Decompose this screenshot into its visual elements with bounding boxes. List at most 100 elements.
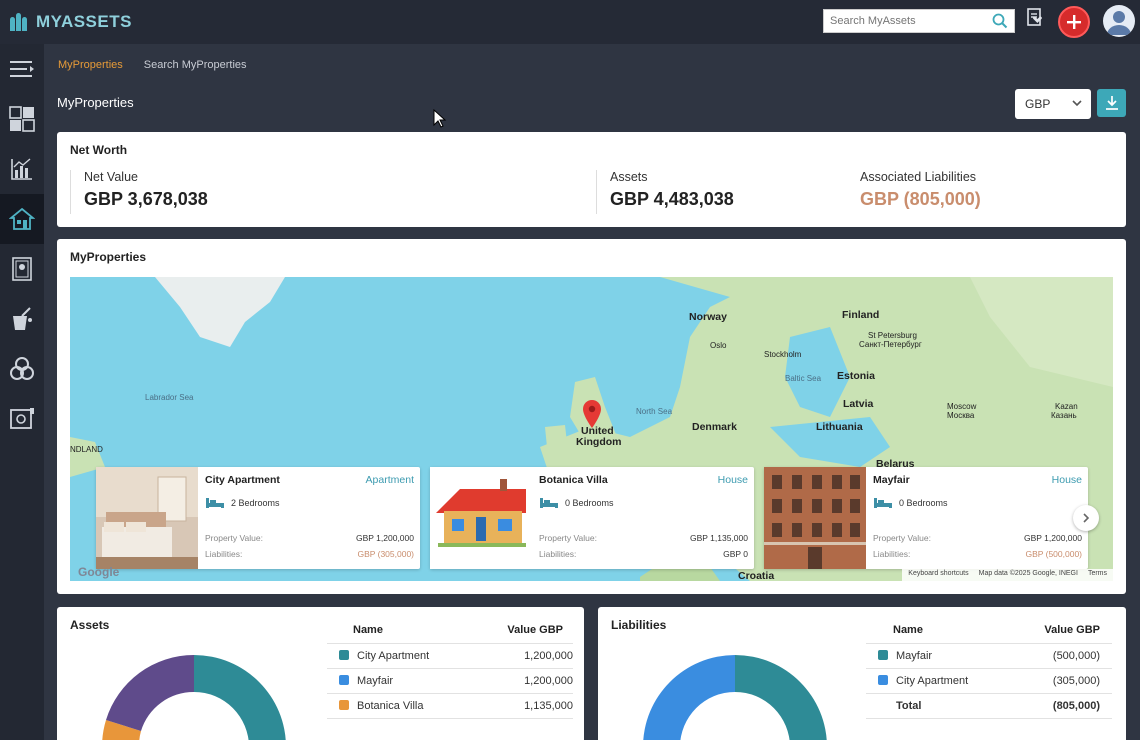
map-label-st-petersburg-ru: Санкт-Петербург [859,340,922,349]
map-label-stockholm: Stockholm [764,350,802,359]
sidebar-item-vehicles[interactable] [0,394,44,444]
assets-row[interactable]: Botanica Villa 1,135,000 [327,693,573,719]
paint-bucket-icon [13,307,32,330]
property-liabilities-label: Liabilities: [873,549,911,559]
bed-icon [874,498,892,508]
keyboard-shortcuts-link[interactable]: Keyboard shortcuts [908,570,968,580]
terms-link[interactable]: Terms [1088,570,1107,580]
assets-col-name: Name [327,617,477,644]
menu-toggle-button[interactable] [0,44,44,94]
circles-icon [10,357,34,380]
assets-table: Name Value GBP City Apartment 1,200,000 Ma… [327,617,573,719]
bedroom-image [96,467,198,569]
map-label-kazan-ru: Казань [1051,411,1077,420]
assets-row[interactable]: City Apartment 1,200,000 [327,643,573,669]
chevron-right-icon [1083,513,1090,523]
breadcrumb-search-myproperties[interactable]: Search MyProperties [144,59,247,71]
property-photo [764,467,866,569]
search-box[interactable] [823,9,1015,33]
sidebar-item-properties[interactable] [0,194,44,244]
map-label-moscow: Moscow [947,402,977,411]
net-worth-title: Net Worth [70,143,128,157]
sidebar-item-valuables[interactable] [0,294,44,344]
user-icon [1107,11,1131,35]
assets-value: GBP 4,483,038 [610,189,734,209]
chevron-down-icon [1072,100,1082,107]
currency-select[interactable]: GBP [1015,89,1091,119]
liabilities-block: Associated Liabilities GBP (805,000) [860,170,981,214]
bedroom-count: 0 Bedrooms [899,498,948,508]
mouse-cursor-icon [433,109,447,128]
dashboard-icon [9,106,35,132]
plus-icon [1067,15,1081,29]
properties-title: MyProperties [70,250,147,264]
sidebar-item-investments[interactable] [0,344,44,394]
donut-slice-city-apartment [643,655,735,740]
asset-value: 1,200,000 [476,643,573,669]
map-label-latvia: Latvia [843,398,874,410]
property-value-label: Property Value: [205,533,263,543]
map-label-st-petersburg: St Petersburg [868,331,917,340]
property-liabilities: GBP 0 [723,549,748,559]
property-liabilities: GBP (305,000) [357,549,414,559]
sidebar-item-documents[interactable] [0,244,44,294]
download-button[interactable] [1097,89,1126,117]
liabilities-col-name: Name [866,617,1014,644]
property-card-city-apartment[interactable]: City Apartment Apartment 2 Bedrooms Prop… [96,467,420,569]
property-card-mayfair[interactable]: Mayfair House 0 Bedrooms Property Value:… [764,467,1088,569]
property-liabilities-row: Liabilities: GBP (500,000) [873,549,1082,559]
donut-slice-mayfair [735,655,827,740]
search-input[interactable] [824,11,989,31]
liabilities-row[interactable]: Mayfair (500,000) [866,643,1112,669]
sidebar [0,44,44,740]
assets-label: Assets [610,170,648,184]
map-next-button[interactable] [1073,505,1099,531]
property-bedrooms: 0 Bedrooms [873,497,948,509]
assets-block: Assets GBP 4,483,038 [596,170,734,214]
map-label-baltic-sea: Baltic Sea [785,374,822,383]
map-label-newfoundland: NDLAND [70,445,103,454]
property-value-row: Property Value: GBP 1,135,000 [539,533,748,543]
menu-icon [10,61,34,77]
property-type: Apartment [365,474,414,486]
wishlist-document-icon[interactable] [1026,7,1046,31]
map-label-kazan: Kazan [1055,402,1078,411]
breadcrumb-myproperties[interactable]: MyProperties [58,59,123,71]
analytics-icon [11,158,32,180]
property-card-botanica-villa[interactable]: Botanica Villa House 0 Bedrooms Property… [430,467,754,569]
net-value-label: Net Value [84,170,138,184]
main-content: MyProperties Search MyProperties MyPrope… [44,44,1140,740]
app-logo[interactable]: MYASSETS [10,12,132,32]
download-icon [1105,96,1118,110]
assets-title: Assets [70,618,110,632]
net-worth-card: Net Worth Net Value GBP 3,678,038 Assets… [57,132,1126,227]
property-value: GBP 1,135,000 [690,533,748,543]
donut-slice-city-apartment [194,655,286,740]
search-icon[interactable] [991,12,1009,30]
sidebar-item-analytics[interactable] [0,144,44,194]
map-attribution: Keyboard shortcuts Map data ©2025 Google… [902,569,1113,581]
add-button[interactable] [1058,6,1090,38]
property-bedrooms: 0 Bedrooms [539,497,614,509]
property-value-row: Property Value: GBP 1,200,000 [205,533,414,543]
breadcrumb: MyProperties Search MyProperties [58,59,247,71]
sidebar-item-dashboard[interactable] [0,94,44,144]
net-value: GBP 3,678,038 [84,189,208,209]
liabilities-row[interactable]: City Apartment (305,000) [866,668,1112,694]
map-label-moscow-ru: Москва [947,411,975,420]
bed-icon [540,498,558,508]
map-label-oslo: Oslo [710,341,727,350]
assets-donut-chart [102,655,286,740]
map-label-lithuania: Lithuania [816,421,863,433]
property-map[interactable]: Norway Finland Oslo Stockholm St Petersb… [70,277,1113,581]
liabilities-table: Name Value GBP Mayfair (500,000) City Apar… [866,617,1112,719]
total-label: Total [866,693,1014,719]
property-type: House [717,474,748,486]
property-liabilities-label: Liabilities: [205,549,243,559]
total-value: (805,000) [1013,693,1112,719]
liabilities-card: Liabilities Name Value GBP Mayfair (500,00… [598,607,1126,740]
property-value-label: Property Value: [873,533,931,543]
user-avatar[interactable] [1103,5,1135,37]
assets-row[interactable]: Mayfair 1,200,000 [327,668,573,694]
property-liabilities-label: Liabilities: [539,549,577,559]
